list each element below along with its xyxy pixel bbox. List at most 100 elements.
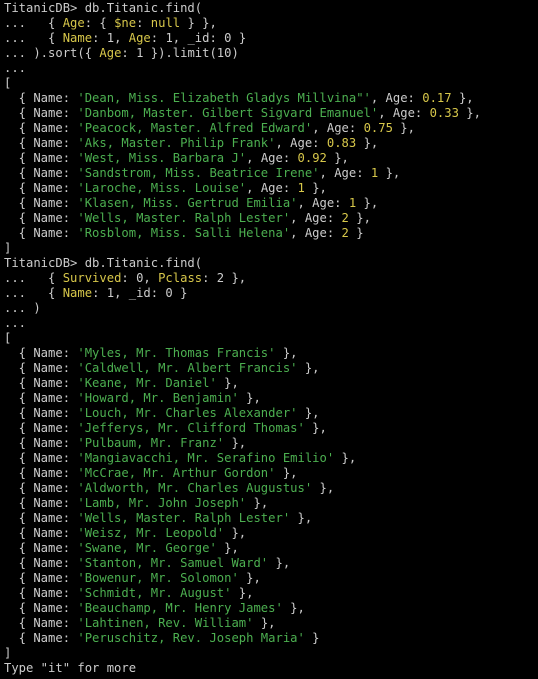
- line-text: , Age:: [290, 226, 342, 240]
- line-text: ...: [4, 316, 27, 330]
- line-text: { Name:: [4, 481, 78, 495]
- line-text: { Name:: [4, 631, 78, 645]
- highlighted-token: 0.92: [297, 151, 327, 165]
- line-text: : 1, _id: 0 }: [92, 286, 188, 300]
- line-text: },: [275, 346, 298, 360]
- line-text: : 0,: [121, 271, 159, 285]
- string-literal: 'Dean, Miss. Elizabeth Gladys Millvina"': [77, 91, 371, 105]
- line-text: { Name:: [4, 541, 78, 555]
- line-text: { Name:: [4, 121, 78, 135]
- line-text: { Name:: [4, 526, 78, 540]
- line-text: ]: [4, 241, 12, 255]
- terminal-line: { Name: 'Lahtinen, Rev. William' },: [4, 616, 538, 631]
- line-text: },: [458, 106, 481, 120]
- string-literal: 'Stanton, Mr. Samuel Ward': [77, 556, 269, 570]
- line-text: { Name:: [4, 106, 78, 120]
- line-text: { Name:: [4, 586, 78, 600]
- line-text: { Name:: [4, 436, 78, 450]
- line-text: , Age:: [319, 166, 371, 180]
- terminal-line: { Name: 'Peruschitz, Rev. Joseph Maria' …: [4, 631, 538, 646]
- line-text: },: [216, 541, 239, 555]
- string-literal: 'Wells, Master. Ralph Lester': [77, 211, 291, 225]
- line-text: }: [304, 631, 320, 645]
- line-text: Type "it" for more: [4, 661, 137, 675]
- terminal-line: { Name: 'Howard, Mr. Benjamin' },: [4, 391, 538, 406]
- line-text: },: [297, 406, 320, 420]
- line-text: : {: [84, 16, 115, 30]
- line-text: },: [334, 451, 357, 465]
- line-text: , Age:: [297, 196, 349, 210]
- terminal-line: { Name: 'Lamb, Mr. John Joseph' },: [4, 496, 538, 511]
- line-text: , Age:: [246, 151, 298, 165]
- string-literal: 'Danbom, Master. Gilbert Sigvard Emanuel…: [77, 106, 379, 120]
- terminal-line: { Name: 'Peacock, Master. Alfred Edward'…: [4, 121, 538, 136]
- line-text: { Name:: [4, 466, 78, 480]
- line-text: , Age:: [275, 136, 327, 150]
- highlighted-token: Name: [62, 286, 93, 300]
- highlighted-token: 1: [297, 181, 305, 195]
- terminal-line: { Name: 'Danbom, Master. Gilbert Sigvard…: [4, 106, 538, 121]
- string-literal: 'Rosblom, Miss. Salli Helena': [77, 226, 291, 240]
- string-literal: 'McCrae, Mr. Arthur Gordon': [77, 466, 276, 480]
- line-text: { Name:: [4, 601, 78, 615]
- terminal-line: { Name: 'Stanton, Mr. Samuel Ward' },: [4, 556, 538, 571]
- line-text: { Name:: [4, 91, 78, 105]
- line-text: },: [304, 421, 327, 435]
- line-text: { Name:: [4, 511, 78, 525]
- line-text: },: [238, 391, 261, 405]
- terminal-line: [: [4, 76, 538, 91]
- line-text: { Name:: [4, 361, 78, 375]
- line-text: { Name:: [4, 616, 78, 630]
- string-literal: 'Beauchamp, Mr. Henry James': [77, 601, 283, 615]
- line-text: { Name:: [4, 196, 78, 210]
- line-text: ... {: [4, 286, 63, 300]
- line-text: },: [392, 121, 415, 135]
- line-text: , Age:: [370, 91, 423, 105]
- line-text: :: [136, 16, 151, 30]
- terminal-line: ... { Name: 1, Age: 1, _id: 0 }: [4, 31, 538, 46]
- highlighted-token: 2: [341, 211, 349, 225]
- highlighted-token: 0.75: [363, 121, 393, 135]
- string-literal: 'Wells, Master. Ralph Lester': [77, 511, 291, 525]
- terminal-line: { Name: 'Caldwell, Mr. Albert Francis' }…: [4, 361, 538, 376]
- line-text: },: [356, 136, 379, 150]
- terminal-line: { Name: 'Dean, Miss. Elizabeth Gladys Mi…: [4, 91, 538, 106]
- line-text: }: [348, 226, 364, 240]
- highlighted-token: Pclass: [158, 271, 203, 285]
- terminal-line: ...: [4, 316, 538, 331]
- string-literal: 'Myles, Mr. Thomas Francis': [77, 346, 276, 360]
- line-text: ...: [4, 61, 27, 75]
- terminal-line: { Name: 'Sandstrom, Miss. Beatrice Irene…: [4, 166, 538, 181]
- line-text: : 2 },: [202, 271, 247, 285]
- highlighted-token: Age: [99, 46, 122, 60]
- line-text: { Name:: [4, 166, 78, 180]
- terminal-line: { Name: 'Aks, Master. Philip Frank', Age…: [4, 136, 538, 151]
- string-literal: 'Jefferys, Mr. Clifford Thomas': [77, 421, 305, 435]
- terminal-line: ... { Name: 1, _id: 0 }: [4, 286, 538, 301]
- line-text: { Name:: [4, 451, 78, 465]
- highlighted-token: Age: [62, 16, 85, 30]
- line-text: },: [378, 166, 401, 180]
- terminal-line: ... ).sort({ Age: 1 }).limit(10): [4, 46, 538, 61]
- line-text: TitanicDB> db.Titanic.find(: [4, 1, 203, 15]
- line-text: ... {: [4, 31, 63, 45]
- terminal-line: { Name: 'Mangiavacchi, Mr. Serafino Emil…: [4, 451, 538, 466]
- string-literal: 'Keane, Mr. Daniel': [77, 376, 217, 390]
- terminal-line: { Name: 'Jefferys, Mr. Clifford Thomas' …: [4, 421, 538, 436]
- string-literal: 'Caldwell, Mr. Albert Francis': [77, 361, 298, 375]
- highlighted-token: Survived: [62, 271, 122, 285]
- line-text: },: [231, 586, 254, 600]
- highlighted-token: 0.33: [429, 106, 459, 120]
- terminal-line: { Name: 'Schmidt, Mr. August' },: [4, 586, 538, 601]
- string-literal: 'Aldworth, Mr. Charles Augustus': [77, 481, 313, 495]
- line-text: },: [282, 601, 305, 615]
- terminal-line: { Name: 'McCrae, Mr. Arthur Gordon' },: [4, 466, 538, 481]
- line-text: { Name:: [4, 346, 78, 360]
- line-text: { Name:: [4, 571, 78, 585]
- line-text: ... ): [4, 301, 41, 315]
- line-text: },: [216, 376, 239, 390]
- line-text: , Age:: [246, 181, 298, 195]
- terminal-output[interactable]: TitanicDB> db.Titanic.find( ... { Age: { …: [0, 0, 538, 679]
- line-text: },: [224, 526, 247, 540]
- terminal-line: { Name: 'West, Miss. Barbara J', Age: 0.…: [4, 151, 538, 166]
